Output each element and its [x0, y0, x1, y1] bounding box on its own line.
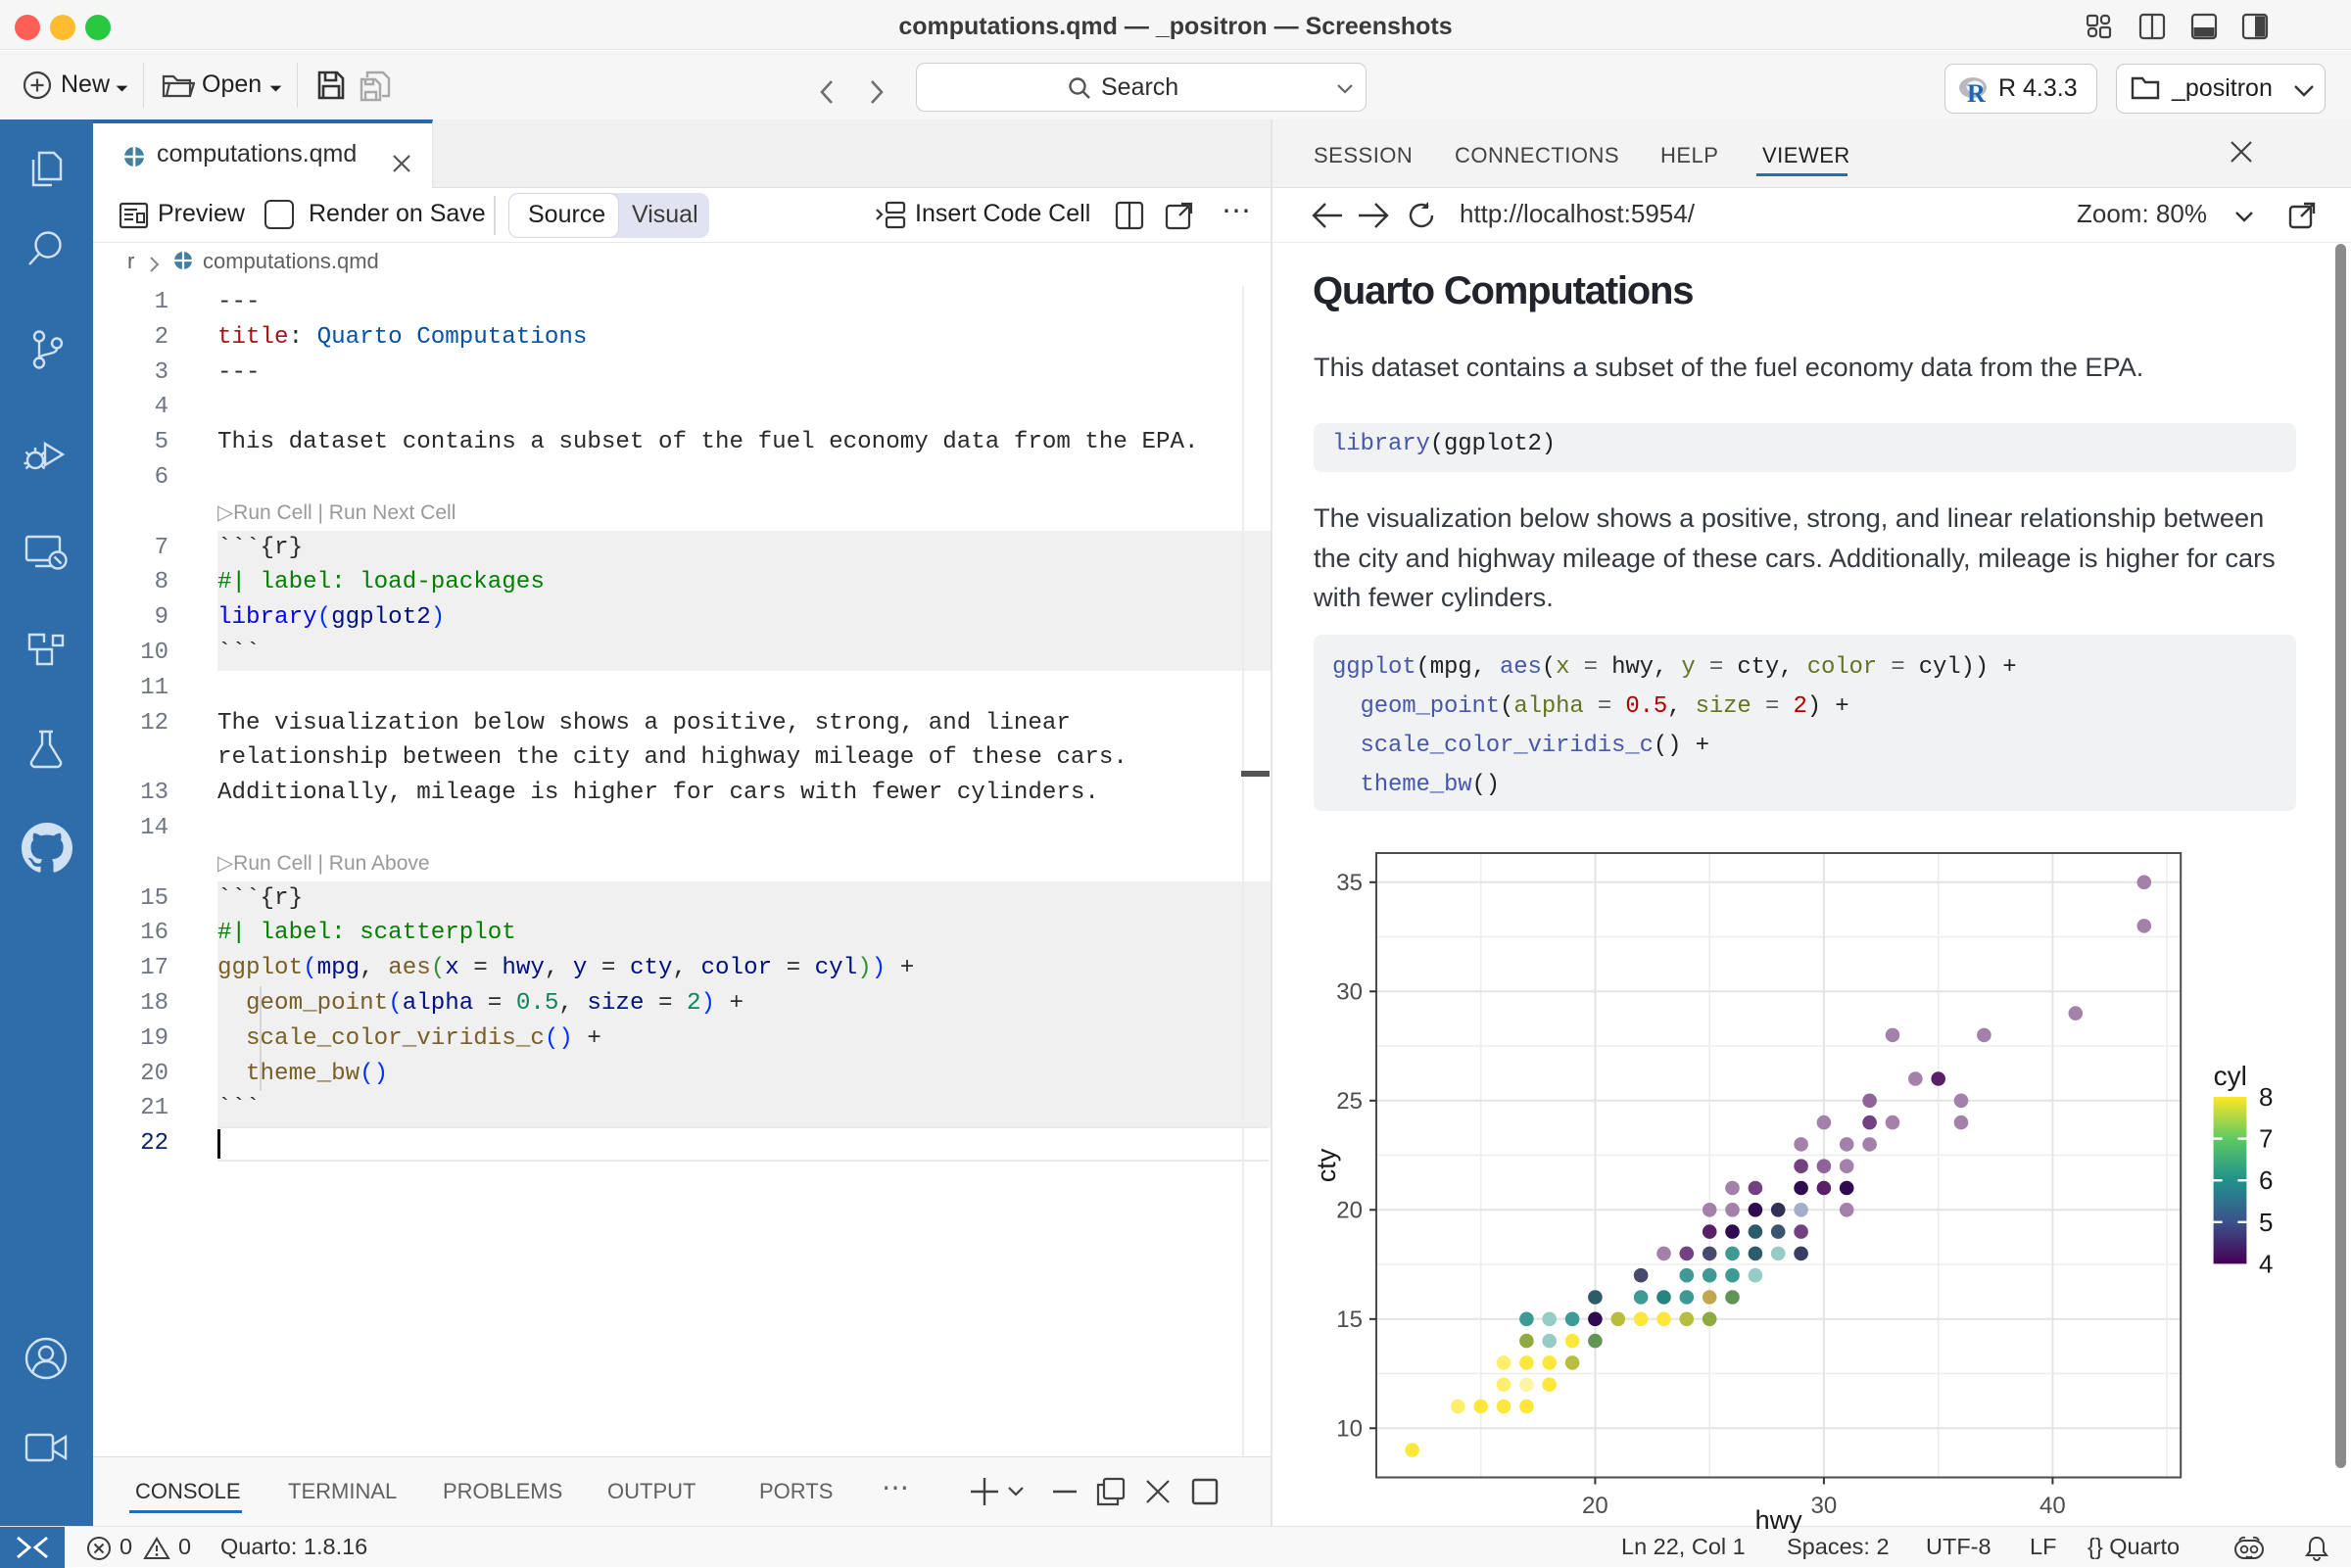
svg-text:8: 8 — [2259, 1082, 2273, 1112]
svg-text:20: 20 — [1336, 1197, 1363, 1223]
svg-text:6: 6 — [2259, 1165, 2273, 1195]
svg-text:35: 35 — [1336, 870, 1363, 896]
svg-text:10: 10 — [1336, 1415, 1363, 1442]
svg-text:20: 20 — [1582, 1493, 1608, 1519]
svg-text:30: 30 — [1811, 1493, 1838, 1519]
svg-text:15: 15 — [1336, 1307, 1363, 1333]
svg-text:cty: cty — [1312, 1148, 1341, 1182]
svg-text:7: 7 — [2259, 1124, 2273, 1154]
svg-text:25: 25 — [1336, 1088, 1363, 1115]
svg-text:R: R — [1967, 79, 1986, 105]
svg-text:5: 5 — [2259, 1208, 2273, 1237]
svg-text:40: 40 — [2039, 1493, 2066, 1519]
svg-text:hwy: hwy — [1755, 1505, 1803, 1533]
svg-text:30: 30 — [1336, 978, 1363, 1005]
svg-text:cyl: cyl — [2214, 1061, 2247, 1091]
svg-text:4: 4 — [2259, 1249, 2273, 1278]
